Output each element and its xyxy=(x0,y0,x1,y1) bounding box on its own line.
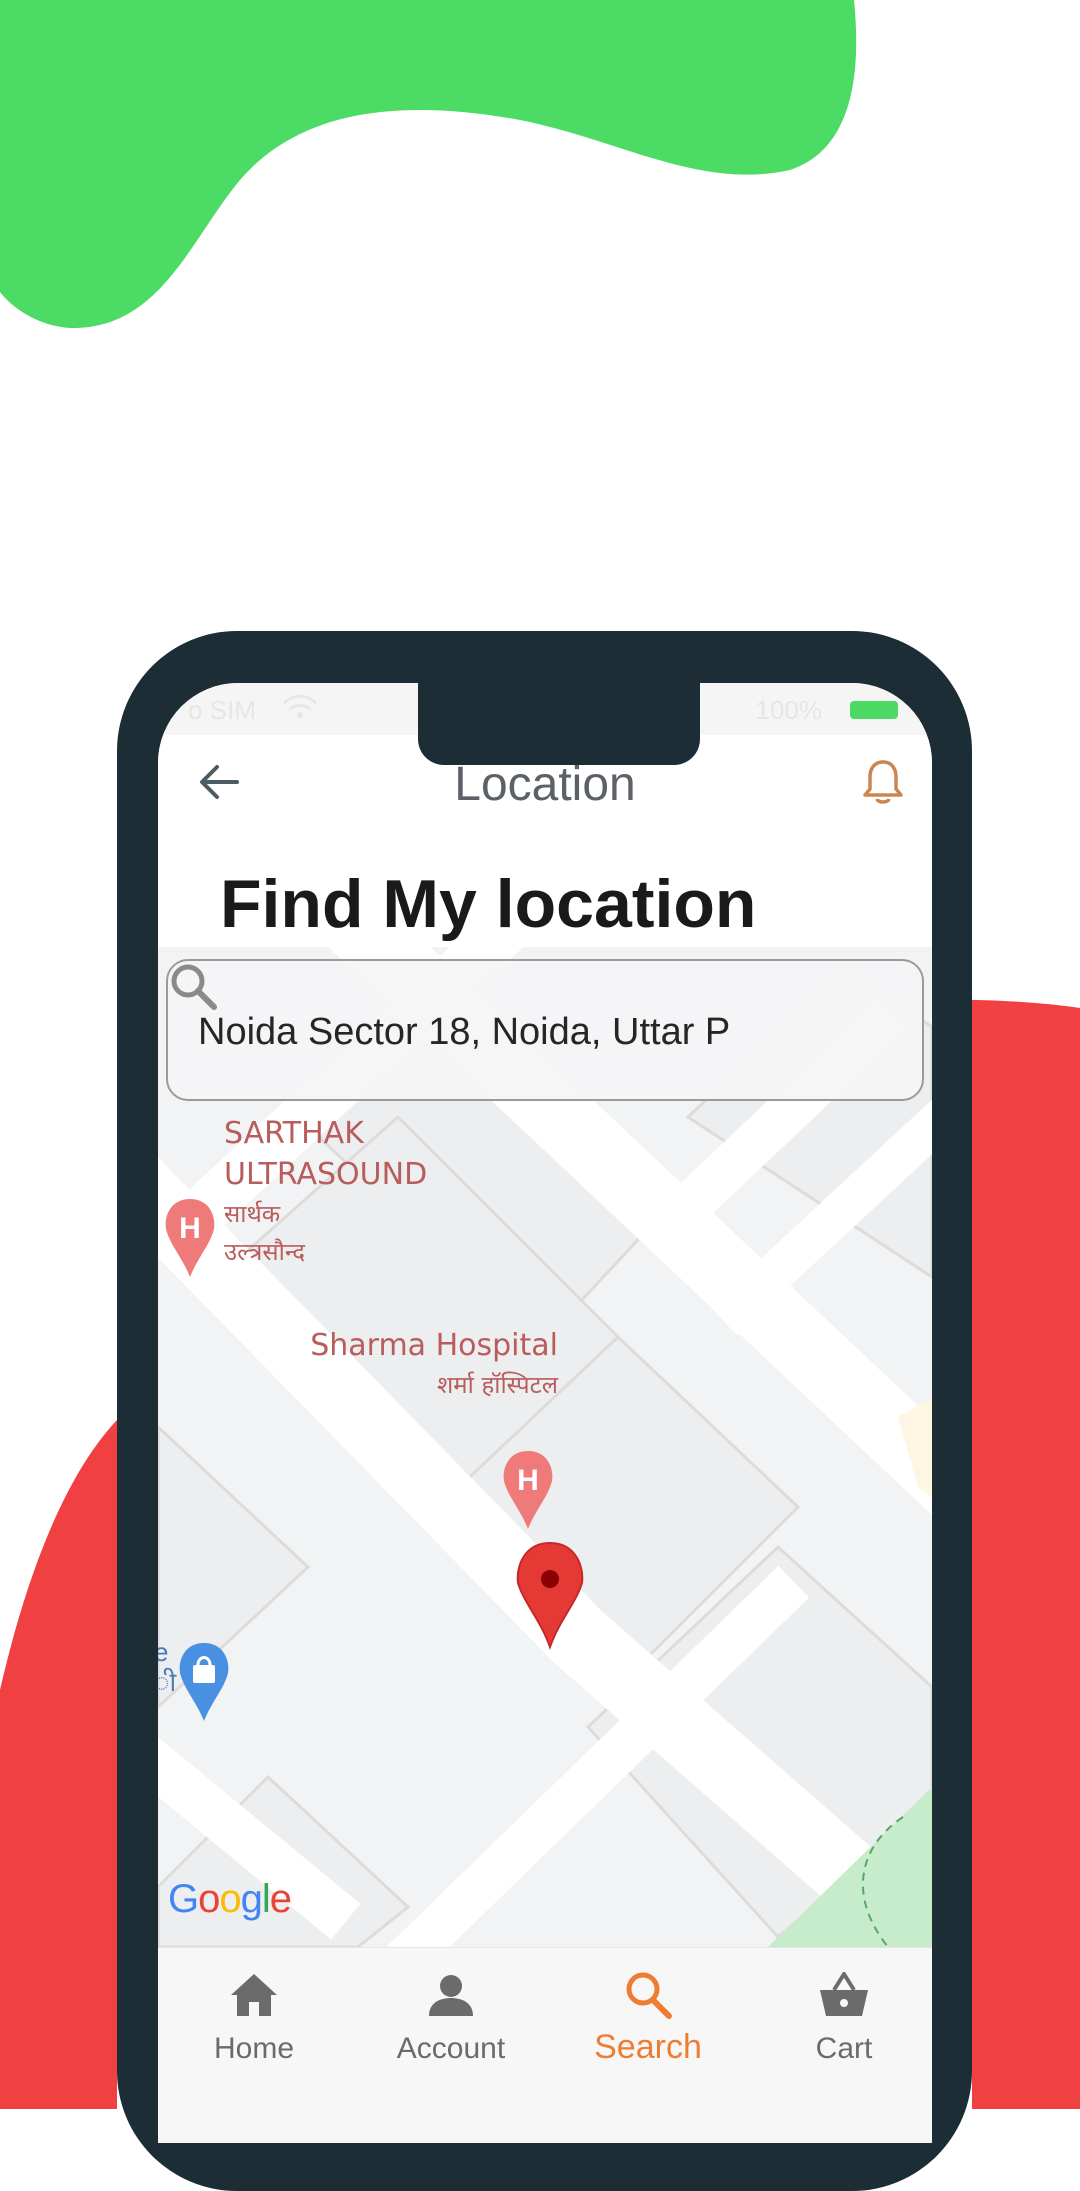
account-icon xyxy=(429,1975,473,2016)
nav-account[interactable]: Account xyxy=(361,1968,541,2088)
google-letter: o xyxy=(219,1877,241,1921)
google-letter: e xyxy=(269,1877,292,1921)
battery-percentage: 100% xyxy=(755,695,823,725)
nav-label: Home xyxy=(213,2032,295,2065)
phone-notch xyxy=(418,683,700,765)
google-letter: G xyxy=(168,1877,199,1921)
nav-label: Search xyxy=(594,2028,702,2066)
bottom-navigation: Home Account Search Cart xyxy=(158,1947,932,2143)
nav-cart[interactable]: Cart xyxy=(754,1968,932,2088)
google-letter: g xyxy=(240,1877,263,1921)
location-search-box xyxy=(166,959,924,1101)
poi-hindi-name: शर्मा हॉस्पिटल xyxy=(436,1371,558,1399)
green-blob xyxy=(0,0,857,329)
poi-sharma-hospital[interactable]: Sharma Hospital शर्मा हॉस्पिटल xyxy=(278,1325,558,1404)
poi-name: Sharma Hospital xyxy=(310,1328,558,1363)
poi-hindi-line: सार्थक xyxy=(224,1200,281,1228)
nav-label: Cart xyxy=(815,2032,873,2065)
partial-label-line: e xyxy=(158,1637,169,1667)
home-icon xyxy=(231,1974,277,2016)
map-view[interactable]: H H SART xyxy=(158,947,932,1947)
nav-label: Account xyxy=(396,2032,506,2065)
status-carrier: o SIM xyxy=(188,695,256,725)
poi-sarthak-ultrasound[interactable]: SARTHAK ULTRASOUND सार्थक उल्त्रसौन्द xyxy=(224,1113,427,1271)
page-title: Find My location xyxy=(220,866,757,942)
svg-text:H: H xyxy=(179,1212,201,1245)
search-icon xyxy=(626,1972,672,2019)
header-title: Location xyxy=(454,758,636,811)
bell-icon xyxy=(863,760,903,804)
phone-screen: o SIM 100% Location Find My location H H… xyxy=(158,683,932,2143)
nav-search[interactable]: Search xyxy=(558,1968,738,2088)
poi-name-line: ULTRASOUND xyxy=(224,1157,428,1192)
google-letter: o xyxy=(198,1877,220,1921)
partial-label-line: ी xyxy=(158,1667,177,1697)
notification-button[interactable] xyxy=(856,755,910,809)
poi-hindi-line: उल्त्रसौन्द xyxy=(224,1238,305,1266)
svg-text:H: H xyxy=(517,1464,539,1497)
google-attribution-logo: Google xyxy=(168,1877,292,1922)
wifi-icon xyxy=(282,693,318,728)
location-search-input[interactable] xyxy=(196,1001,800,1063)
google-letter: l xyxy=(261,1877,271,1921)
nav-home[interactable]: Home xyxy=(164,1968,344,2088)
partial-map-label: e ी xyxy=(158,1637,176,1697)
search-icon[interactable] xyxy=(168,961,218,1011)
cart-icon xyxy=(820,1972,868,2016)
poi-name-line: SARTHAK xyxy=(224,1116,364,1151)
battery-icon xyxy=(850,701,898,719)
